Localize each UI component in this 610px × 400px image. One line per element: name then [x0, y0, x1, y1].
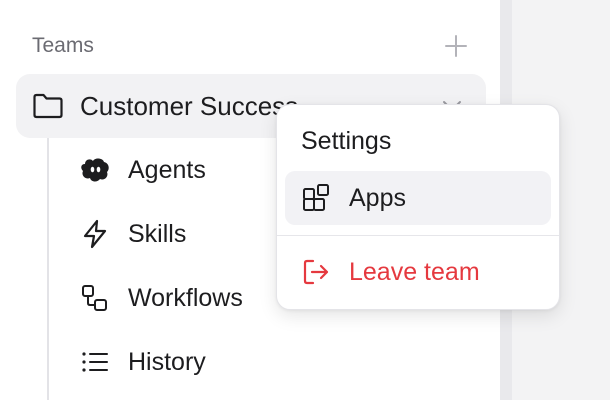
- add-team-button[interactable]: [440, 30, 472, 62]
- menu-item-label: Leave team: [349, 257, 480, 286]
- sidebar-item-label: Agents: [128, 155, 206, 184]
- sidebar-item-label: History: [128, 347, 206, 376]
- menu-item-label: Apps: [349, 183, 406, 212]
- menu-settings-heading: Settings: [301, 127, 392, 155]
- sidebar-item-label: Workflows: [128, 283, 243, 312]
- workflow-icon: [78, 281, 112, 315]
- team-name: Customer Success: [80, 90, 299, 121]
- sidebar-item-label: Skills: [128, 219, 187, 248]
- apps-icon: [303, 184, 329, 211]
- menu-item-apps[interactable]: Apps: [285, 171, 551, 225]
- sidebar-item-skills[interactable]: Skills: [78, 210, 186, 258]
- tree-line: [47, 138, 49, 400]
- list-icon: [78, 345, 112, 379]
- plus-icon: [445, 35, 467, 57]
- sidebar-item-workflows[interactable]: Workflows: [78, 274, 243, 322]
- logout-icon: [303, 259, 329, 285]
- agents-icon: [78, 153, 112, 187]
- lightning-icon: [78, 217, 112, 251]
- section-title: Teams: [32, 34, 94, 57]
- team-context-menu: Settings Apps Leave team: [276, 104, 560, 310]
- sidebar-item-agents[interactable]: Agents: [78, 146, 206, 194]
- teams-section-header: Teams: [32, 30, 472, 62]
- sidebar-item-history[interactable]: History: [78, 338, 206, 386]
- menu-item-leave-team[interactable]: Leave team: [285, 245, 551, 299]
- menu-divider: [277, 235, 559, 236]
- folder-icon: [33, 93, 63, 119]
